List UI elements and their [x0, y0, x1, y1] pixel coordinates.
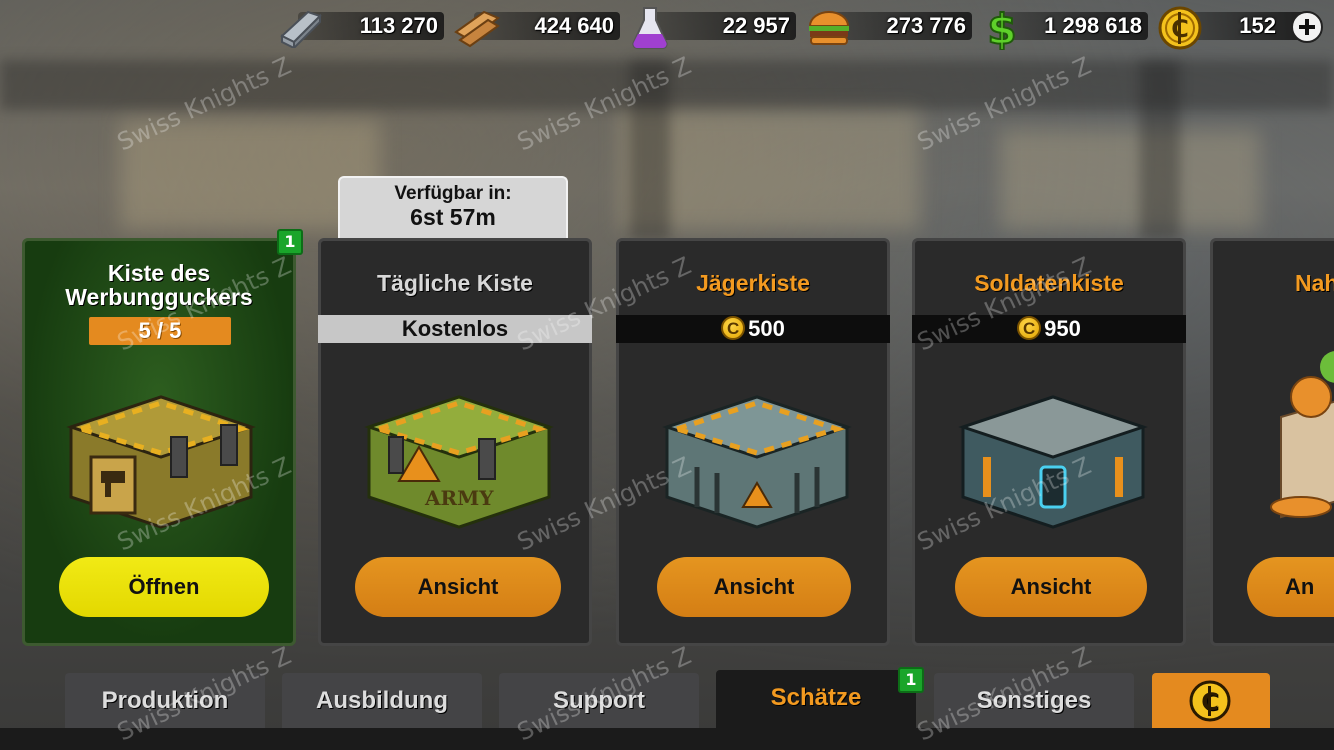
hunter-chest-icon: [662, 395, 852, 529]
card-badge: 1: [277, 229, 303, 255]
ad-chest-icon: [66, 395, 256, 529]
chemicals-value: 22 957: [722, 13, 790, 38]
card-food-chest[interactable]: Nah An: [1210, 238, 1334, 646]
background-pillar: [1140, 60, 1180, 240]
background-pillar: [630, 60, 670, 240]
iron-bar-icon: [280, 10, 322, 48]
resource-wood: 424 640: [454, 10, 620, 48]
card-title: Soldatenkiste: [974, 270, 1124, 296]
view-button-food[interactable]: An: [1247, 557, 1334, 617]
wood-value: 424 640: [534, 13, 614, 38]
tab-treasures-badge: 1: [898, 667, 924, 693]
tab-training[interactable]: Ausbildung: [282, 673, 482, 728]
add-coins-button[interactable]: [1290, 10, 1324, 44]
coin-icon: C: [1158, 6, 1202, 50]
card-price: 500: [748, 316, 785, 341]
timer-label: Verfügbar in:: [394, 183, 512, 204]
wood-planks-icon: [454, 10, 500, 48]
timer-value: 6st 57m: [410, 204, 496, 230]
resource-cash: $ 1 298 618: [982, 6, 1148, 50]
coin-icon: C: [1189, 680, 1231, 722]
view-button-daily[interactable]: Ansicht: [355, 557, 561, 617]
tab-production[interactable]: Produktion: [65, 673, 265, 728]
resource-coins: C 152: [1158, 6, 1304, 50]
background-light: [1000, 130, 1260, 230]
card-title: Jägerkiste: [696, 270, 810, 296]
food-value: 273 776: [886, 13, 966, 38]
card-title: Nah: [1295, 270, 1334, 296]
tab-support[interactable]: Support: [499, 673, 699, 728]
bottom-bar: [0, 728, 1334, 750]
burger-icon: [808, 11, 850, 45]
card-title: Kiste des Werbungguckers: [65, 260, 253, 310]
card-price: 950: [1044, 316, 1081, 341]
svg-text:ARMY: ARMY: [424, 486, 494, 510]
resource-bar: 113 270 424 640 22 957 273 776 $ 1 298 6…: [278, 6, 1334, 50]
daily-chest-timer: Verfügbar in: 6st 57m: [338, 176, 568, 238]
view-button-soldier[interactable]: Ansicht: [955, 557, 1147, 617]
card-soldier-chest[interactable]: Soldatenkiste 950 Ansicht: [912, 238, 1186, 646]
food-chest-icon: [1270, 351, 1334, 519]
resource-iron: 113 270: [278, 10, 444, 48]
cash-value: 1 298 618: [1044, 13, 1142, 38]
tab-misc[interactable]: Sonstiges: [934, 673, 1134, 728]
card-price-band: 950: [912, 315, 1186, 343]
coin-icon: [1017, 315, 1042, 343]
card-title: Tägliche Kiste: [377, 270, 533, 296]
dollar-icon: $: [986, 6, 1017, 50]
svg-text:$: $: [987, 6, 1016, 50]
view-button-hunter[interactable]: Ansicht: [657, 557, 851, 617]
card-price-band: 500: [616, 315, 890, 343]
soldier-chest-icon: [958, 395, 1148, 529]
card-daily-chest[interactable]: Tägliche Kiste Kostenlos ARMY Ansicht: [318, 238, 592, 646]
resource-chemicals: 22 957: [630, 7, 796, 50]
open-button[interactable]: Öffnen: [59, 557, 269, 617]
tab-treasures[interactable]: Schätze: [716, 670, 916, 728]
coin-icon: [721, 315, 746, 343]
ad-progress: 5 / 5: [89, 317, 231, 345]
card-ad-watcher-chest[interactable]: Kiste des Werbungguckers 5 / 5 1 Öffnen: [22, 229, 303, 646]
flask-icon: [632, 7, 668, 50]
iron-value: 113 270: [359, 13, 438, 38]
card-price: Kostenlos: [318, 315, 592, 343]
card-hunter-chest[interactable]: Jägerkiste 500 Ansicht: [616, 238, 890, 646]
tab-premium[interactable]: C: [1152, 673, 1270, 728]
army-chest-icon: ARMY: [364, 395, 554, 529]
coins-value: 152: [1239, 13, 1276, 38]
resource-food: 273 776: [806, 10, 972, 45]
